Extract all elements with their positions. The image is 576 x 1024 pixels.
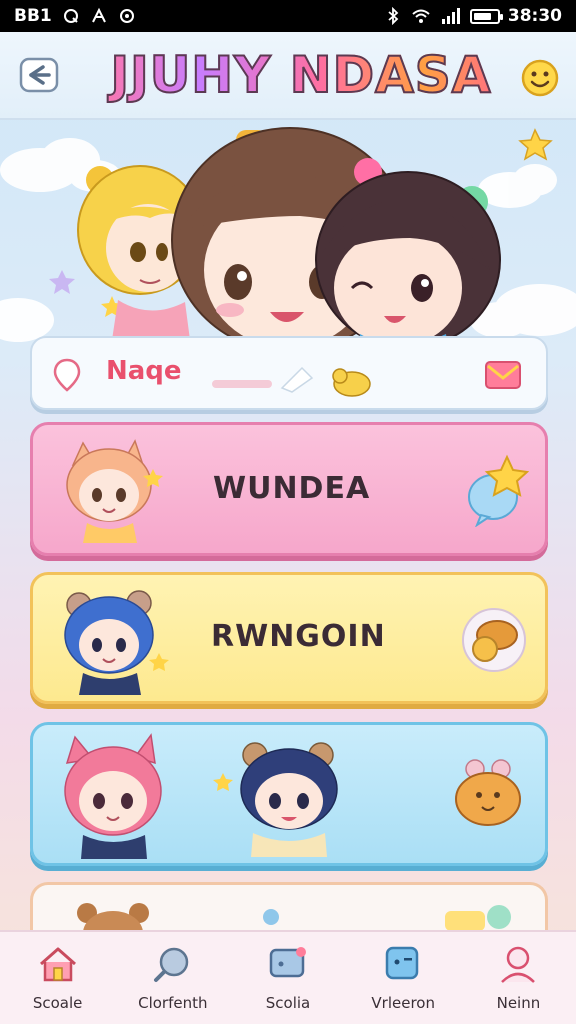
battery-icon bbox=[469, 8, 503, 24]
chat-icon bbox=[269, 947, 306, 978]
back-arrow-icon bbox=[19, 57, 59, 93]
app-icon bbox=[91, 7, 106, 23]
nav-label-profile: Neinn bbox=[496, 994, 541, 1012]
status-bar: BB1 38:30 bbox=[0, 0, 576, 32]
character-cat-ears-orange bbox=[66, 439, 163, 543]
name-search-bar[interactable]: Naqe bbox=[30, 336, 548, 410]
bear-pastry-icon bbox=[455, 759, 521, 826]
game-icon bbox=[385, 946, 419, 980]
star-decoration bbox=[49, 270, 75, 294]
nav-label-search: Clorfenth bbox=[138, 994, 208, 1012]
name-label: Naqe bbox=[106, 356, 182, 386]
wifi-icon bbox=[412, 9, 430, 23]
name-field-decoration bbox=[212, 366, 371, 397]
bluetooth-icon bbox=[388, 7, 399, 25]
menu-card-2[interactable]: RWNGOIN bbox=[30, 572, 548, 704]
smiley-icon[interactable] bbox=[520, 58, 560, 98]
app-header: JJUHY NDASA bbox=[0, 32, 576, 120]
settings-small-icon bbox=[119, 9, 134, 23]
status-left-text: BB1 bbox=[14, 6, 52, 26]
status-time: 38:30 bbox=[507, 6, 562, 26]
character-navy-hair-bear-ears bbox=[213, 742, 338, 857]
nav-item-profile[interactable]: Neinn bbox=[461, 932, 576, 1024]
search-icon bbox=[153, 947, 189, 982]
cat-sticker bbox=[332, 368, 371, 397]
nav-label-game: Vrleeron bbox=[371, 994, 435, 1012]
nav-label-chat: Scolia bbox=[265, 994, 311, 1012]
profile-icon bbox=[501, 946, 536, 983]
star-decoration bbox=[518, 128, 553, 161]
nav-item-home[interactable]: Scoale bbox=[0, 932, 115, 1024]
character-pink-hair-cat-ears bbox=[64, 733, 162, 859]
nav-item-search[interactable]: Clorfenth bbox=[115, 932, 230, 1024]
envelope-icon[interactable] bbox=[484, 358, 522, 392]
nav-item-chat[interactable]: Scolia bbox=[230, 932, 345, 1024]
notification-icon bbox=[63, 9, 78, 23]
menu-card-3[interactable] bbox=[30, 722, 548, 866]
nav-item-game[interactable]: Vrleeron bbox=[346, 932, 461, 1024]
house-icon bbox=[39, 947, 76, 982]
hero-illustration bbox=[0, 120, 576, 360]
bottom-navigation: Scoale Clorfenth Scolia Vrleeron Neinn bbox=[0, 930, 576, 1024]
menu-card-1[interactable]: WUNDEA bbox=[30, 422, 548, 556]
drop-icon bbox=[263, 909, 279, 925]
menu-card-2-label: RWNGOIN bbox=[211, 619, 386, 654]
back-button[interactable] bbox=[18, 54, 60, 96]
food-icon bbox=[462, 608, 526, 672]
signal-icon bbox=[441, 8, 460, 24]
cloud-right bbox=[478, 164, 557, 208]
nav-label-home: Scoale bbox=[32, 994, 83, 1012]
sticker-icon bbox=[445, 905, 511, 931]
menu-card-1-label: WUNDEA bbox=[213, 471, 371, 506]
location-pin-icon bbox=[53, 358, 81, 392]
star-bubble-icon bbox=[468, 454, 529, 527]
character-blue-hair-mouse-ears bbox=[64, 590, 169, 695]
app-title: JJUHY NDASA bbox=[96, 45, 506, 105]
